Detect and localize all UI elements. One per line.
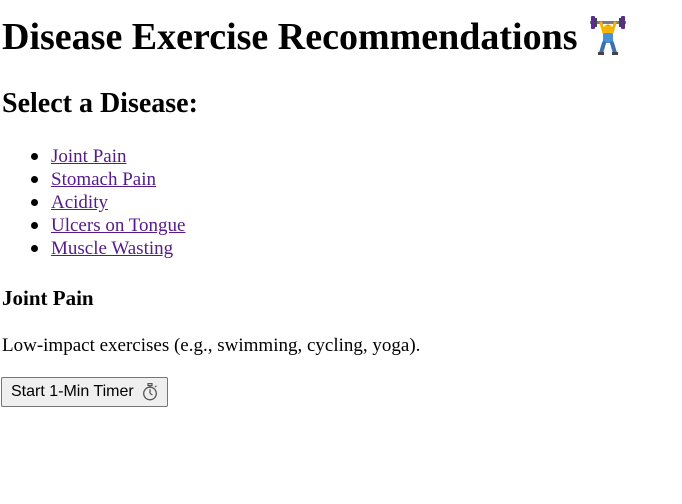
selected-disease-heading: Joint Pain: [2, 286, 94, 310]
weightlifter-icon: [589, 16, 626, 55]
list-item: Joint Pain: [2, 145, 185, 168]
bullet-icon: [31, 176, 38, 183]
select-disease-heading: Select a Disease:: [2, 88, 198, 119]
list-item: Stomach Pain: [2, 168, 185, 191]
start-timer-button[interactable]: Start 1-Min Timer: [1, 377, 168, 407]
page-title: Disease Exercise Recommendations: [2, 13, 626, 61]
disease-list: Joint Pain Stomach Pain Acidity Ulcers o…: [2, 145, 185, 260]
disease-link-ulcers-on-tongue[interactable]: Ulcers on Tongue: [51, 215, 185, 236]
stopwatch-icon: [142, 383, 157, 401]
start-timer-label: Start 1-Min Timer: [11, 383, 134, 400]
bullet-icon: [31, 245, 38, 252]
list-item: Muscle Wasting: [2, 237, 185, 260]
bullet-icon: [31, 222, 38, 229]
list-item: Ulcers on Tongue: [2, 214, 185, 237]
page: Disease Exercise Recommendations Select …: [0, 0, 682, 504]
page-title-text: Disease Exercise Recommendations: [2, 16, 578, 58]
exercise-recommendation: Low-impact exercises (e.g., swimming, cy…: [2, 335, 421, 356]
list-item: Acidity: [2, 191, 185, 214]
disease-link-joint-pain[interactable]: Joint Pain: [51, 146, 126, 167]
disease-link-muscle-wasting[interactable]: Muscle Wasting: [51, 238, 173, 259]
bullet-icon: [31, 199, 38, 206]
disease-link-acidity[interactable]: Acidity: [51, 192, 108, 213]
disease-link-stomach-pain[interactable]: Stomach Pain: [51, 169, 156, 190]
bullet-icon: [31, 153, 38, 160]
